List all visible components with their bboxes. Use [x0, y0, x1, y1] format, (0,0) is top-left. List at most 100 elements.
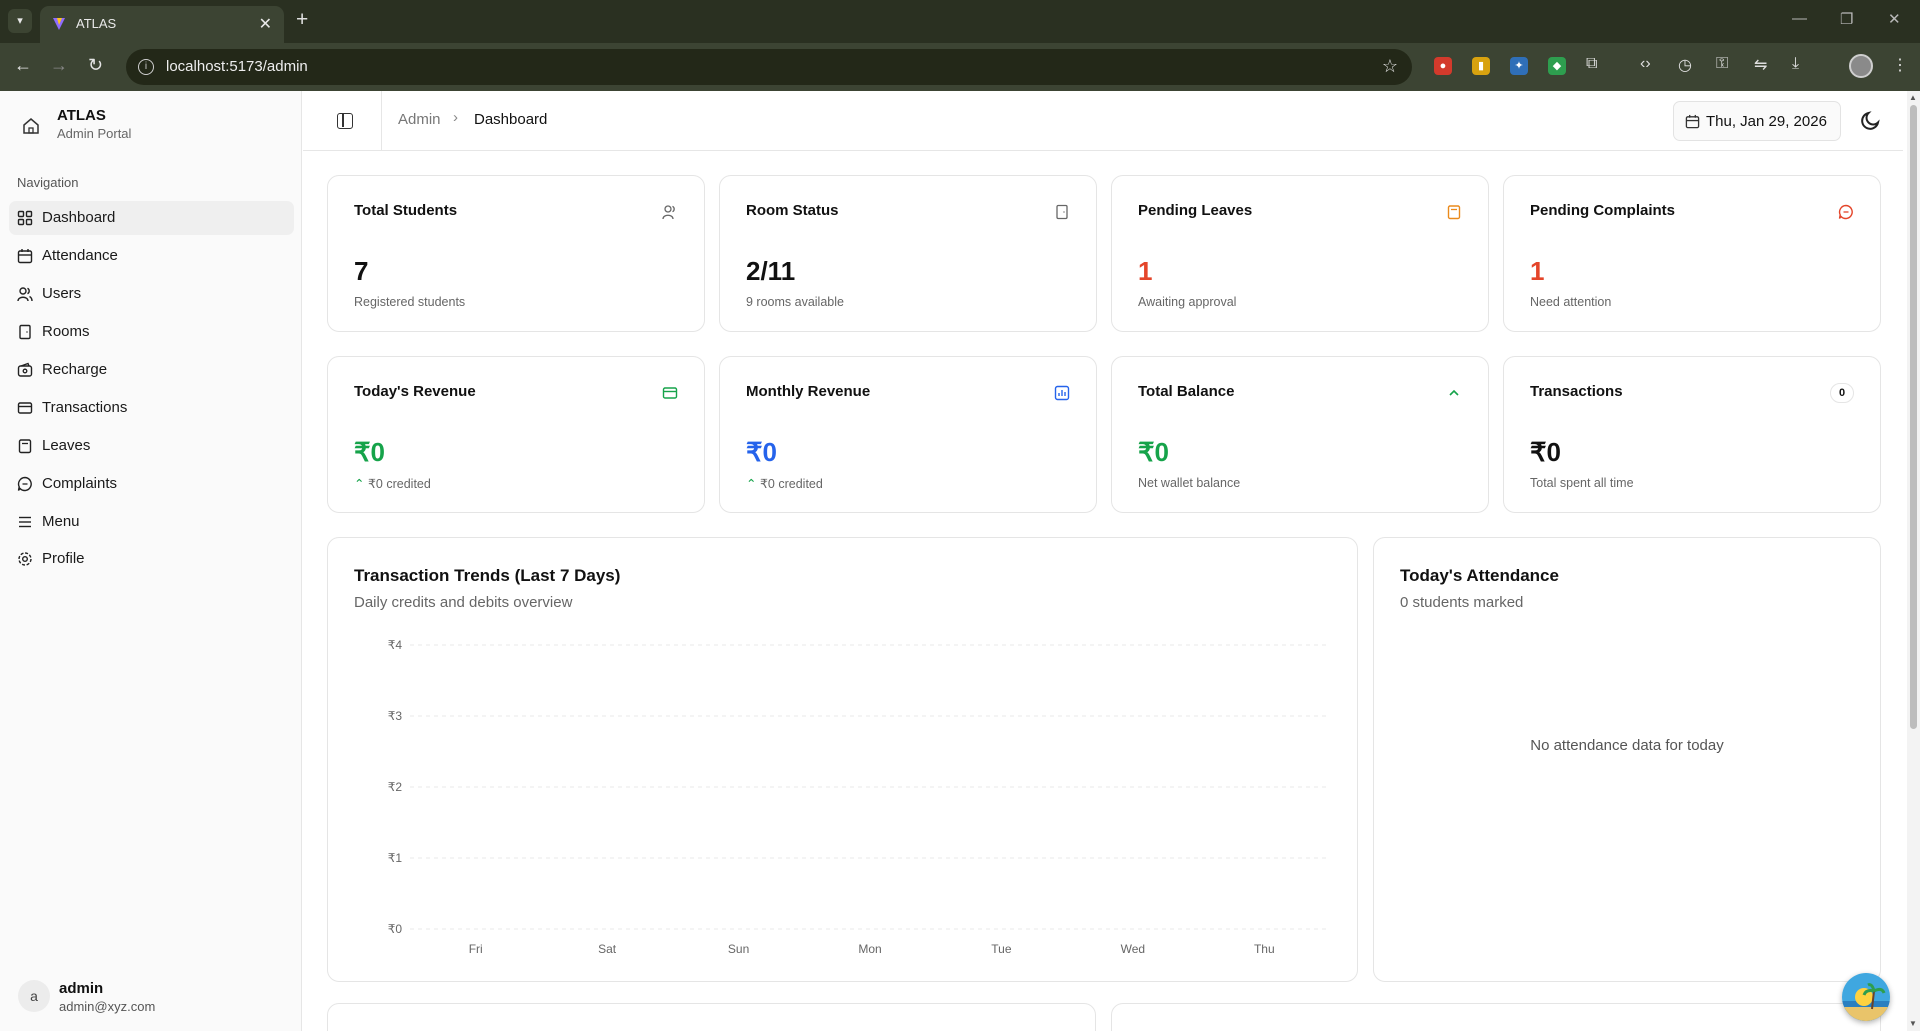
site-info-icon[interactable]: i — [138, 59, 154, 75]
trend-up-icon: ⌃ — [354, 477, 365, 491]
sidebar-item-attendance[interactable]: Attendance — [9, 239, 294, 273]
sidebar-item-rooms[interactable]: Rooms — [9, 315, 294, 349]
gear-icon — [18, 552, 32, 566]
bottom-left-panel — [327, 1003, 1096, 1031]
card-title: Today's Revenue — [354, 383, 476, 400]
panel-title: Today's Attendance — [1400, 566, 1559, 585]
y-tick-label: ₹0 — [388, 922, 403, 936]
chevron-up-icon — [1449, 389, 1459, 396]
tab-title: ATLAS — [76, 16, 117, 31]
breadcrumb-chevron-icon: › — [453, 109, 458, 126]
card-icon — [662, 387, 678, 399]
close-window-icon[interactable]: ✕ — [1888, 10, 1901, 28]
tab-close-icon[interactable]: ✕ — [259, 14, 272, 34]
date-button[interactable]: Thu, Jan 29, 2026 — [1673, 101, 1841, 141]
card-value: 1 — [1530, 256, 1545, 286]
card-total-balance: Total Balance ₹0 Net wallet balance — [1111, 356, 1489, 513]
url-text: localhost:5173/admin — [166, 58, 308, 75]
sidebar-item-dashboard[interactable]: Dashboard — [9, 201, 294, 235]
new-tab-icon[interactable]: + — [296, 8, 308, 32]
x-tick-label: Wed — [1121, 942, 1145, 956]
card-subtext: Net wallet balance — [1138, 476, 1241, 490]
card-total-students: Total Students 7 Registered students — [327, 175, 705, 332]
devtools-icon[interactable]: ‹› — [1640, 55, 1651, 73]
brand-name: ATLAS — [57, 107, 106, 124]
calendar-icon — [17, 249, 33, 264]
scroll-down-arrow-icon[interactable]: ▼ — [1909, 1019, 1917, 1028]
vite-favicon-icon — [53, 18, 65, 30]
bar-chart-icon — [1054, 385, 1070, 401]
theme-toggle-moon-icon[interactable] — [1860, 109, 1882, 131]
card-title: Pending Leaves — [1138, 202, 1253, 219]
address-bar[interactable]: i localhost:5173/admin ☆ — [126, 49, 1412, 85]
door-icon — [19, 324, 31, 340]
card-title: Monthly Revenue — [746, 383, 871, 400]
x-tick-label: Thu — [1254, 942, 1275, 956]
extension-1-icon[interactable]: ● — [1434, 57, 1452, 75]
sidebar-item-label: Attendance — [42, 247, 118, 264]
browser-toolbar: ← → ↻ i localhost:5173/admin ☆ ● ▮ ✦ ◆ ⧉… — [0, 43, 1920, 91]
bookmark-star-icon[interactable]: ☆ — [1382, 56, 1398, 77]
sidebar-item-profile[interactable]: Profile — [9, 542, 294, 576]
scroll-up-arrow-icon[interactable]: ▲ — [1909, 93, 1917, 102]
card-pending-complaints: Pending Complaints 1 Need attention — [1503, 175, 1881, 332]
scrollbar-thumb[interactable] — [1910, 105, 1917, 729]
panel-subtitle: Daily credits and debits overview — [354, 594, 573, 611]
extension-2-icon[interactable]: ▮ — [1472, 57, 1490, 75]
profile-avatar-icon[interactable] — [1849, 54, 1873, 78]
calendar-icon — [1685, 114, 1700, 129]
back-icon[interactable]: ← — [14, 55, 32, 76]
sidebar-item-menu[interactable]: Menu — [9, 505, 294, 539]
card-title: Pending Complaints — [1530, 202, 1676, 219]
password-key-icon[interactable]: ⚿ — [1716, 55, 1728, 73]
page-scrollbar[interactable]: ▲ ▼ — [1907, 91, 1920, 1031]
clipboard-icon — [18, 439, 32, 454]
sidebar-item-transactions[interactable]: Transactions — [9, 391, 294, 425]
tab-search-button[interactable]: ▾ — [8, 9, 32, 33]
users-icon — [17, 287, 33, 302]
card-subtext: ⌃ ₹0 credited — [746, 476, 823, 491]
sync-icon[interactable]: ⇋ — [1754, 55, 1767, 75]
minimize-icon[interactable]: — — [1792, 10, 1807, 27]
card-value: 2/11 — [746, 256, 796, 286]
beach-avatar-icon — [1842, 973, 1890, 1021]
y-tick-label: ₹3 — [388, 709, 403, 723]
sidebar-item-label: Leaves — [42, 437, 91, 454]
y-tick-label: ₹4 — [388, 638, 403, 652]
forward-icon[interactable]: → — [50, 55, 68, 76]
card-icon — [17, 402, 33, 414]
sidebar-item-leaves[interactable]: Leaves — [9, 429, 294, 463]
download-icon[interactable]: ⤓ — [1792, 55, 1799, 73]
door-icon — [1056, 204, 1068, 220]
extension-3-icon[interactable]: ✦ — [1510, 57, 1528, 75]
brand-subtitle: Admin Portal — [57, 126, 132, 141]
extensions-puzzle-icon[interactable]: ⧉ — [1586, 55, 1597, 73]
card-subtext: Total spent all time — [1530, 476, 1634, 490]
floating-assistant-button[interactable] — [1842, 973, 1890, 1021]
y-tick-label: ₹2 — [388, 780, 403, 794]
extension-4-icon[interactable]: ◆ — [1548, 57, 1566, 75]
history-icon[interactable]: ◷ — [1678, 55, 1692, 75]
sidebar-item-complaints[interactable]: Complaints — [9, 467, 294, 501]
breadcrumb-admin[interactable]: Admin — [398, 111, 441, 128]
reload-icon[interactable]: ↻ — [88, 55, 103, 76]
card-room-status: Room Status 2/11 9 rooms available — [719, 175, 1097, 332]
attendance-panel: Today's Attendance 0 students marked No … — [1373, 537, 1881, 982]
sidebar-item-users[interactable]: Users — [9, 277, 294, 311]
dashboard-grid-icon — [17, 210, 33, 226]
date-label: Thu, Jan 29, 2026 — [1706, 113, 1827, 130]
sidebar-toggle-icon[interactable] — [337, 113, 353, 129]
browser-menu-icon[interactable]: ⋮ — [1892, 55, 1908, 75]
sidebar-item-recharge[interactable]: Recharge — [9, 353, 294, 387]
browser-tab[interactable]: ATLAS ✕ — [40, 6, 284, 43]
user-avatar[interactable]: a — [18, 980, 50, 1012]
x-tick-label: Tue — [991, 942, 1012, 956]
wallet-icon — [17, 362, 33, 377]
home-icon — [23, 118, 39, 134]
card-pending-leaves: Pending Leaves 1 Awaiting approval — [1111, 175, 1489, 332]
x-tick-label: Fri — [469, 942, 483, 956]
card-transactions: Transactions 0 ₹0 Total spent all time — [1503, 356, 1881, 513]
card-subtext: 9 rooms available — [746, 295, 844, 309]
restore-icon[interactable]: ❐ — [1840, 10, 1853, 28]
menu-icon — [19, 516, 31, 528]
